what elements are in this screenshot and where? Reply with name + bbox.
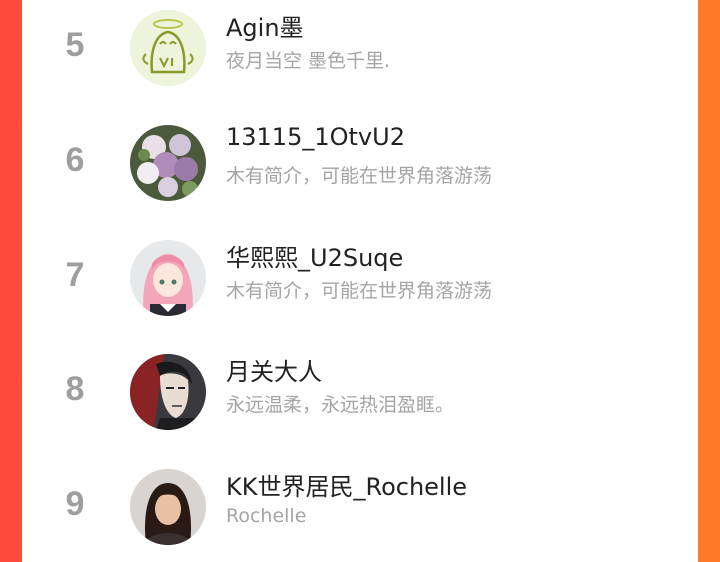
woman-photo-avatar-icon	[130, 469, 206, 545]
list-item[interactable]: 7 华熙熙_U2Suqe 木有简介，可能在世界角落游荡	[22, 228, 698, 328]
avatar[interactable]	[130, 354, 206, 430]
avatar[interactable]	[130, 469, 206, 545]
user-bio: Rochelle	[226, 505, 307, 527]
ranking-list: 5 Agin墨 夜月当空 墨色千里. 6 13115_1OtvU2 木有简介，可…	[22, 0, 698, 562]
rank-number: 9	[65, 485, 85, 523]
flower-bouquet-avatar-icon	[130, 125, 206, 201]
rank-number: 7	[65, 256, 85, 294]
user-name[interactable]: 华熙熙_U2Suqe	[226, 238, 403, 273]
anime-girl-avatar-icon	[130, 240, 206, 316]
user-name[interactable]: Agin墨	[226, 8, 304, 43]
user-bio: 木有简介，可能在世界角落游荡	[226, 280, 493, 302]
user-bio: 木有简介，可能在世界角落游荡	[226, 165, 493, 187]
user-name[interactable]: 月关大人	[226, 352, 322, 387]
list-item[interactable]: 5 Agin墨 夜月当空 墨色千里.	[22, 0, 698, 98]
user-name[interactable]: KK世界居民_Rochelle	[226, 467, 467, 502]
avatar[interactable]	[130, 10, 206, 86]
rank-number: 6	[65, 141, 85, 179]
list-item[interactable]: 8 月关大人 永远温柔，永远热泪盈眶。	[22, 342, 698, 442]
avatar[interactable]	[130, 125, 206, 201]
rank-number: 5	[65, 26, 85, 64]
anime-man-avatar-icon	[130, 354, 206, 430]
user-name[interactable]: 13115_1OtvU2	[226, 123, 405, 151]
user-bio: 夜月当空 墨色千里.	[226, 50, 391, 72]
rank-number: 8	[65, 370, 85, 408]
list-item[interactable]: 9 KK世界居民_Rochelle Rochelle	[22, 457, 698, 557]
angel-doodle-avatar-icon	[130, 10, 206, 86]
user-bio: 永远温柔，永远热泪盈眶。	[226, 394, 455, 416]
avatar[interactable]	[130, 240, 206, 316]
list-item[interactable]: 6 13115_1OtvU2 木有简介，可能在世界角落游荡	[22, 113, 698, 213]
